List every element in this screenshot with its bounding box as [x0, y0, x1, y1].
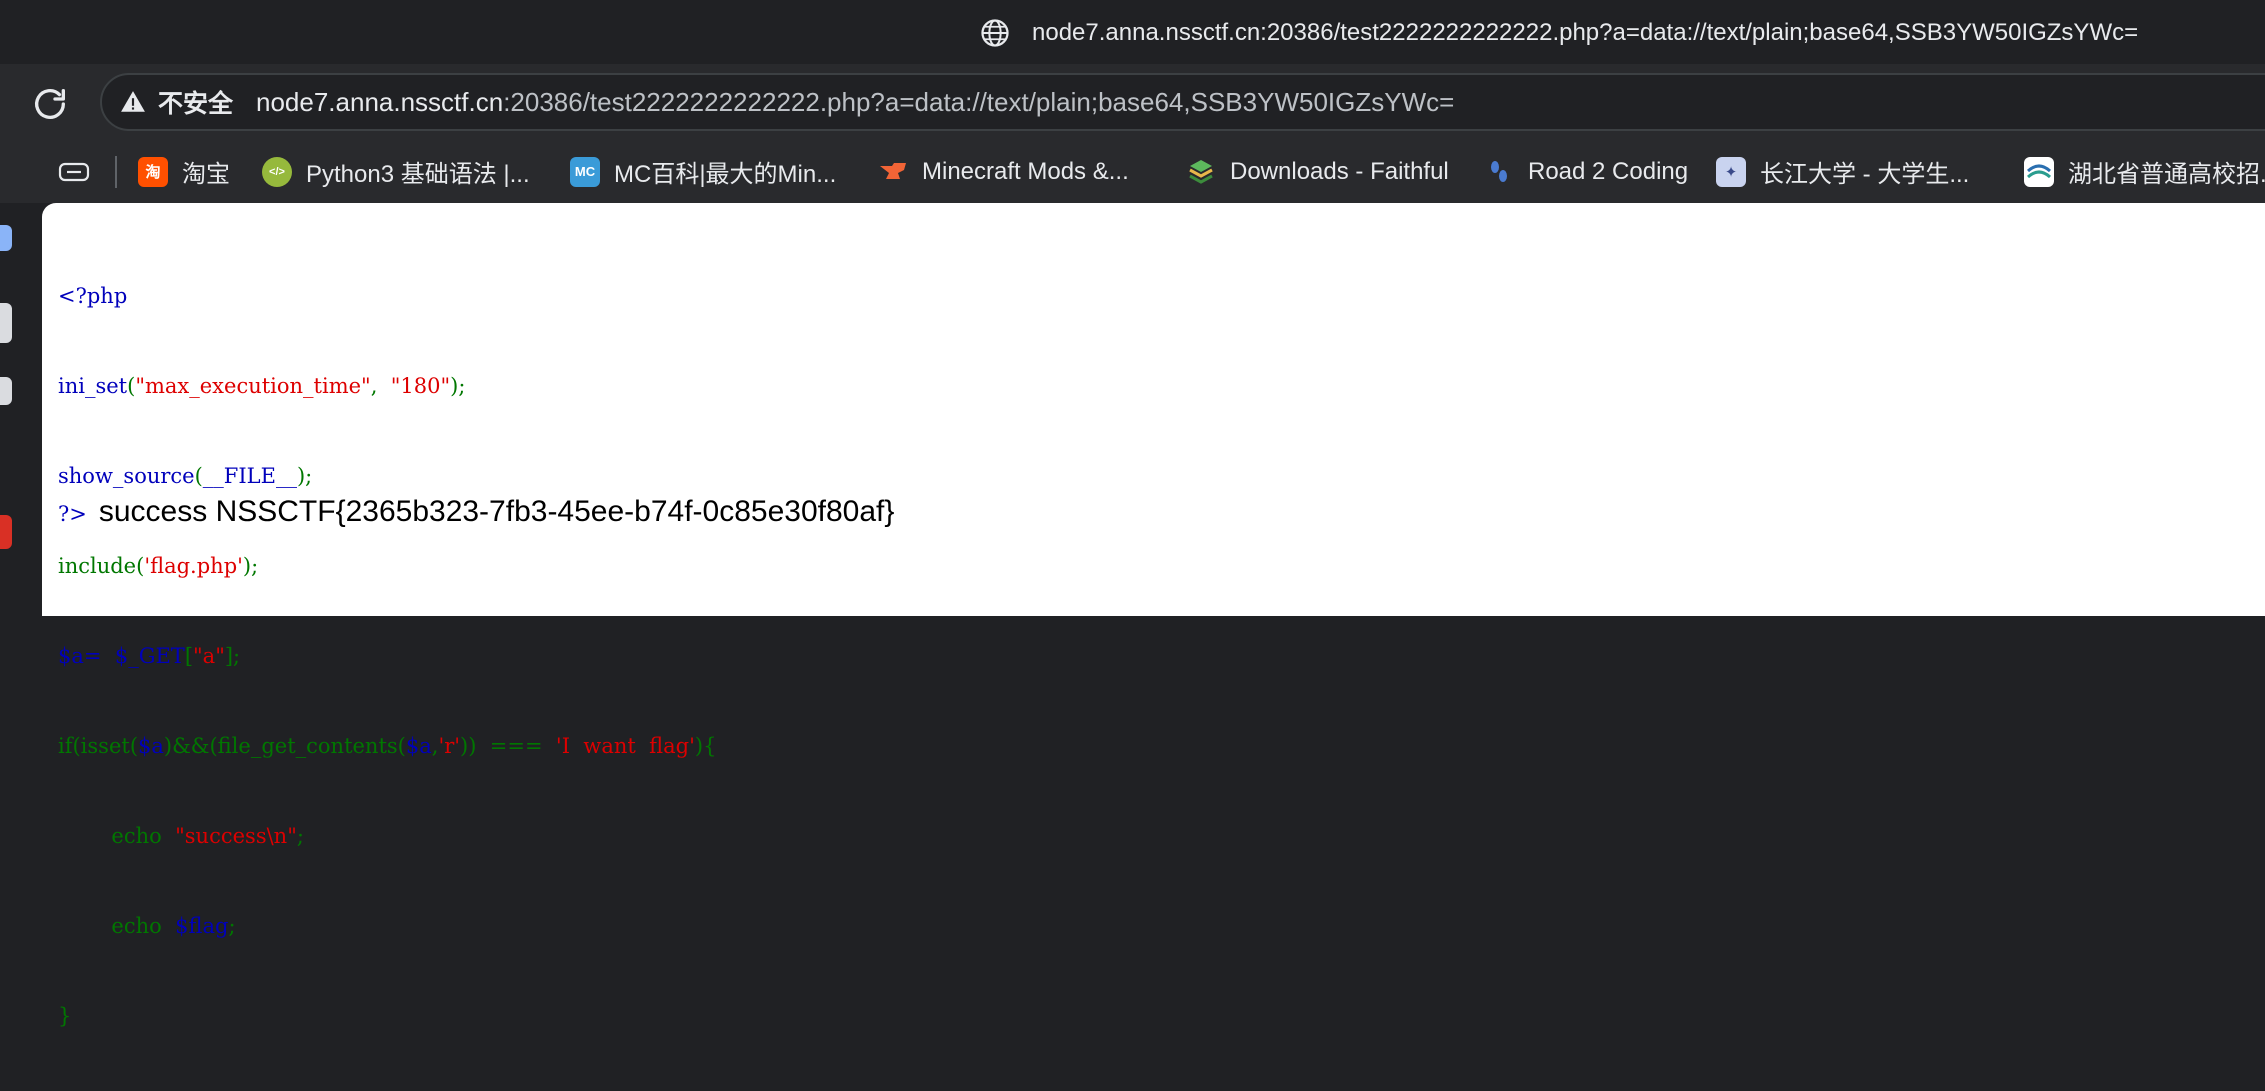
- tab-groups-icon[interactable]: [58, 160, 92, 184]
- bookmark-mcmod[interactable]: MC MC百科|最大的Min...: [570, 140, 836, 203]
- code-token: echo: [58, 824, 176, 848]
- code-token: ;: [228, 914, 236, 938]
- code-token: $a: [405, 734, 432, 758]
- code-line: if(isset($a)&&(file_get_contents($a,'r')…: [58, 731, 716, 761]
- code-token: 'I want flag': [555, 734, 695, 758]
- code-line: ini_set("max_execution_time", "180");: [58, 371, 716, 401]
- side-tab-indicator[interactable]: [0, 303, 12, 343]
- code-token: $flag: [175, 914, 229, 938]
- yangtze-icon: ✦: [1716, 156, 1746, 187]
- code-token: ini_set: [58, 374, 128, 398]
- code-line: show_source(__FILE__);: [58, 461, 716, 491]
- mcmod-icon: MC: [570, 156, 600, 187]
- bookmarks-bar: 淘 淘宝 </> Python3 基础语法 |... MC MC百科|最大的Mi…: [0, 140, 2265, 203]
- code-token: }: [58, 1004, 72, 1028]
- code-token: ;: [296, 824, 304, 848]
- code-token: );: [450, 374, 466, 398]
- code-token: if(isset(: [58, 734, 139, 758]
- bookmark-label: Python3 基础语法 |...: [306, 161, 530, 188]
- warning-icon: [121, 91, 145, 112]
- code-line: $a= $_GET["a"];: [58, 641, 716, 671]
- security-indicator[interactable]: 不安全: [120, 75, 233, 129]
- url-tooltip: node7.anna.nssctf.cn:20386/test222222222…: [980, 16, 2138, 50]
- bookmark-faithful[interactable]: Downloads - Faithful: [1186, 140, 1449, 203]
- code-line: echo "success\n";: [58, 821, 716, 851]
- page-content: <?php ini_set("max_execution_time", "180…: [42, 203, 2265, 1028]
- security-label: 不安全: [158, 90, 234, 118]
- bookmark-python3[interactable]: </> Python3 基础语法 |...: [262, 140, 530, 203]
- php-source-code: <?php ini_set("max_execution_time", "180…: [58, 221, 716, 1091]
- php-close-tag: ?>: [58, 502, 87, 526]
- code-token: 'flag.php': [144, 554, 243, 578]
- code-token: "180": [390, 374, 451, 398]
- code-token: ,: [431, 734, 439, 758]
- hubei-icon: [2024, 156, 2054, 187]
- code-token: ){: [694, 734, 717, 758]
- flag-output-text: success NSSCTF{2365b323-7fb3-45ee-b74f-0…: [98, 495, 895, 528]
- code-token: $a= $_GET: [58, 644, 185, 668]
- code-line: }: [58, 1001, 716, 1031]
- footprint-icon: [1491, 160, 1507, 182]
- code-token: )&&(file_get_contents(: [163, 734, 406, 758]
- bookmarks-separator: [115, 156, 117, 188]
- tooltip-url-text: node7.anna.nssctf.cn:20386/test222222222…: [1032, 19, 2139, 46]
- code-token: echo: [58, 914, 176, 938]
- code-token: show_source: [58, 464, 195, 488]
- address-url[interactable]: node7.anna.nssctf.cn:20386/test222222222…: [256, 75, 1454, 129]
- bookmark-road2coding[interactable]: Road 2 Coding: [1484, 140, 1688, 203]
- bookmark-label: MC百科|最大的Min...: [614, 161, 837, 188]
- bookmark-label: Downloads - Faithful: [1230, 157, 1449, 185]
- url-tooltip-bar: node7.anna.nssctf.cn:20386/test222222222…: [0, 0, 2265, 64]
- code-token: ];: [224, 644, 241, 668]
- toolbar: 不安全 node7.anna.nssctf.cn:20386/test22222…: [0, 64, 2265, 140]
- code-token: 'r': [438, 734, 461, 758]
- code-token: )) ===: [460, 734, 556, 758]
- curseforge-icon: [880, 162, 906, 179]
- bookmark-hubei[interactable]: 湖北省普通高校招...: [2024, 140, 2265, 203]
- code-token: "a": [193, 644, 225, 668]
- code-line: echo $flag;: [58, 911, 716, 941]
- code-token: [: [184, 644, 194, 668]
- bookmark-label: 长江大学 - 大学生...: [1760, 161, 1970, 188]
- bookmark-yangtze[interactable]: ✦ 长江大学 - 大学生...: [1716, 140, 1969, 203]
- side-tab-indicator[interactable]: [0, 225, 12, 251]
- code-token: __FILE__: [202, 464, 297, 488]
- code-line: <?php: [58, 281, 716, 311]
- code-token: $a: [138, 734, 164, 758]
- bookmark-curseforge[interactable]: Minecraft Mods &...: [878, 140, 1129, 203]
- url-host: node7.anna.nssctf.cn: [256, 86, 504, 117]
- code-token: );: [242, 554, 259, 578]
- bookmark-label: Minecraft Mods &...: [922, 157, 1129, 185]
- code-token: ,: [370, 374, 391, 398]
- code-token: );: [296, 464, 313, 488]
- reload-icon[interactable]: [30, 84, 70, 124]
- taobao-icon: 淘: [138, 156, 168, 187]
- code-token: "success\n": [175, 824, 297, 848]
- globe-icon: [981, 19, 1009, 47]
- code-token: "max_execution_time": [135, 374, 371, 398]
- url-path: :20386/test2222222222222.php?a=data://te…: [503, 86, 1455, 117]
- bookmark-taobao[interactable]: 淘 淘宝: [138, 140, 230, 203]
- runoob-icon: </>: [262, 156, 292, 187]
- code-token: (: [194, 464, 203, 488]
- bookmark-label: 湖北省普通高校招...: [2068, 161, 2265, 188]
- code-token: <?php: [58, 284, 128, 308]
- bookmark-label: Road 2 Coding: [1528, 157, 1689, 185]
- side-panel: [0, 203, 42, 616]
- code-line: include('flag.php');: [58, 551, 716, 581]
- page-output: ?> success NSSCTF{2365b323-7fb3-45ee-b74…: [58, 495, 894, 529]
- side-tab-indicator[interactable]: [0, 377, 12, 405]
- faithful-icon: [1189, 159, 1213, 184]
- side-tab-indicator[interactable]: [0, 515, 12, 549]
- address-bar[interactable]: 不安全 node7.anna.nssctf.cn:20386/test22222…: [100, 73, 2265, 131]
- code-token: include(: [58, 554, 145, 578]
- bookmark-label: 淘宝: [182, 161, 230, 188]
